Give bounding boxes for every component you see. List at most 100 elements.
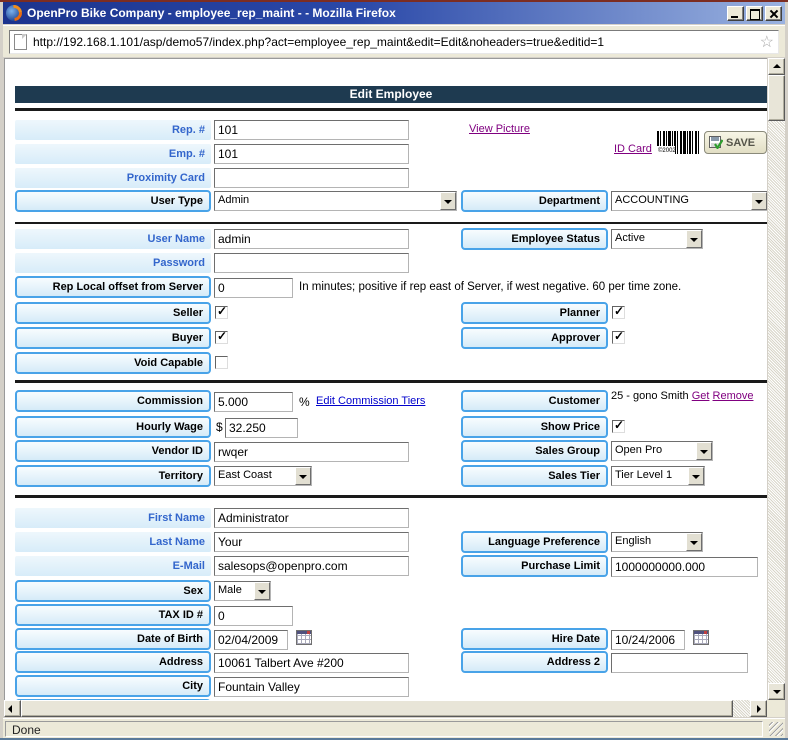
dropdown-arrow-icon[interactable] [696, 442, 712, 460]
approver-checkbox[interactable] [612, 331, 625, 344]
dropdown-arrow-icon[interactable] [688, 467, 704, 485]
dropdown-arrow-icon[interactable] [751, 192, 767, 210]
save-button[interactable]: SAVE [704, 131, 767, 154]
purchase-limit-input[interactable] [611, 557, 758, 577]
commission-percent-sign: % [299, 395, 310, 409]
dropdown-arrow-icon[interactable] [254, 582, 270, 600]
scrollbar-corner [767, 700, 785, 717]
user-type-label: User Type [15, 190, 211, 212]
page-content: Edit Employee Rep. # View Picture ID Car… [4, 58, 767, 700]
sales-group-label: Sales Group [461, 440, 608, 462]
maximize-button[interactable] [746, 6, 763, 21]
seller-checkbox[interactable] [215, 306, 228, 319]
tax-id-input[interactable] [214, 606, 293, 626]
close-button[interactable] [765, 6, 782, 21]
first-name-label: First Name [15, 508, 211, 528]
url-text: http://192.168.1.101/asp/demo57/index.ph… [33, 35, 760, 49]
employee-status-select[interactable]: Active [611, 229, 703, 249]
vendor-id-input[interactable] [214, 442, 409, 462]
divider [15, 108, 767, 111]
address2-input[interactable] [611, 653, 748, 673]
scroll-down-button[interactable] [768, 683, 785, 700]
hourly-wage-input[interactable] [225, 418, 298, 438]
page-title: Edit Employee [15, 86, 767, 103]
address2-label: Address 2 [461, 651, 608, 673]
planner-checkbox[interactable] [612, 306, 625, 319]
planner-label: Planner [461, 302, 608, 324]
password-input[interactable] [214, 253, 409, 273]
date-of-birth-input[interactable] [214, 630, 288, 650]
sex-select[interactable]: Male [214, 581, 271, 601]
scroll-left-button[interactable] [4, 700, 21, 717]
edit-commission-tiers-link[interactable]: Edit Commission Tiers [316, 395, 425, 407]
hire-date-input[interactable] [611, 630, 685, 650]
city-label: City [15, 675, 211, 697]
buyer-label: Buyer [15, 327, 211, 349]
scroll-right-button[interactable] [750, 700, 767, 717]
show-price-checkbox[interactable] [612, 420, 625, 433]
rep-number-input[interactable] [214, 120, 409, 140]
bookmark-star-icon[interactable] [760, 32, 774, 52]
address-input[interactable] [214, 653, 409, 673]
emp-number-input[interactable] [214, 144, 409, 164]
window-titlebar: OpenPro Bike Company - employee_rep_main… [3, 2, 785, 24]
territory-select[interactable]: East Coast [214, 466, 312, 486]
id-card-link[interactable]: ID Card [614, 143, 652, 155]
language-preference-select[interactable]: English [611, 532, 703, 552]
customer-get-link[interactable]: Get [692, 390, 710, 402]
void-capable-label: Void Capable [15, 352, 211, 374]
emp-number-label: Emp. # [15, 144, 211, 164]
last-name-input[interactable] [214, 532, 409, 552]
horizontal-scrollbar[interactable] [4, 700, 767, 717]
dropdown-arrow-icon[interactable] [686, 533, 702, 551]
sales-tier-select[interactable]: Tier Level 1 [611, 466, 705, 486]
sales-group-value: Open Pro [612, 442, 696, 460]
language-preference-label: Language Preference [461, 531, 608, 553]
scroll-up-button[interactable] [768, 58, 785, 75]
dropdown-arrow-icon[interactable] [440, 192, 456, 210]
last-name-label: Last Name [15, 532, 211, 552]
commission-label: Commission [15, 390, 211, 412]
vendor-id-label: Vendor ID [15, 440, 211, 462]
customer-remove-link[interactable]: Remove [713, 390, 754, 402]
rep-offset-input[interactable] [214, 278, 293, 298]
calendar-icon[interactable] [693, 630, 709, 645]
sales-group-select[interactable]: Open Pro [611, 441, 713, 461]
page-icon [14, 34, 27, 50]
view-picture-link[interactable]: View Picture [469, 123, 530, 135]
email-input[interactable] [214, 556, 409, 576]
dropdown-arrow-icon[interactable] [295, 467, 311, 485]
vertical-scroll-thumb[interactable] [768, 75, 785, 121]
user-type-select[interactable]: Admin [214, 191, 457, 211]
sex-label: Sex [15, 580, 211, 602]
svg-text:©2002: ©2002 [658, 147, 676, 154]
user-name-input[interactable] [214, 229, 409, 249]
commission-input[interactable] [214, 392, 293, 412]
city-input[interactable] [214, 677, 409, 697]
minimize-button[interactable] [727, 6, 744, 21]
vertical-scrollbar[interactable] [768, 58, 785, 700]
horizontal-scroll-thumb[interactable] [21, 700, 733, 717]
dropdown-arrow-icon[interactable] [686, 230, 702, 248]
resize-grip[interactable] [769, 722, 783, 736]
employee-status-label: Employee Status [461, 228, 608, 250]
status-bar: Done [3, 718, 785, 738]
calendar-icon[interactable] [296, 630, 312, 645]
proximity-card-input[interactable] [214, 168, 409, 188]
date-of-birth-label: Date of Birth [15, 628, 211, 650]
hourly-wage-label: Hourly Wage [15, 416, 211, 438]
rep-offset-label: Rep Local offset from Server [15, 276, 211, 298]
url-bar[interactable]: http://192.168.1.101/asp/demo57/index.ph… [9, 30, 779, 54]
show-price-label: Show Price [461, 416, 608, 438]
void-capable-checkbox[interactable] [215, 356, 228, 369]
first-name-input[interactable] [214, 508, 409, 528]
department-select[interactable]: ACCOUNTING [611, 191, 767, 211]
save-disk-icon [709, 136, 723, 149]
territory-label: Territory [15, 465, 211, 487]
buyer-checkbox[interactable] [215, 331, 228, 344]
tax-id-label: TAX ID # [15, 604, 211, 626]
seller-label: Seller [15, 302, 211, 324]
territory-value: East Coast [215, 467, 295, 485]
rep-offset-note: In minutes; positive if rep east of Serv… [299, 281, 681, 293]
divider [15, 495, 767, 498]
